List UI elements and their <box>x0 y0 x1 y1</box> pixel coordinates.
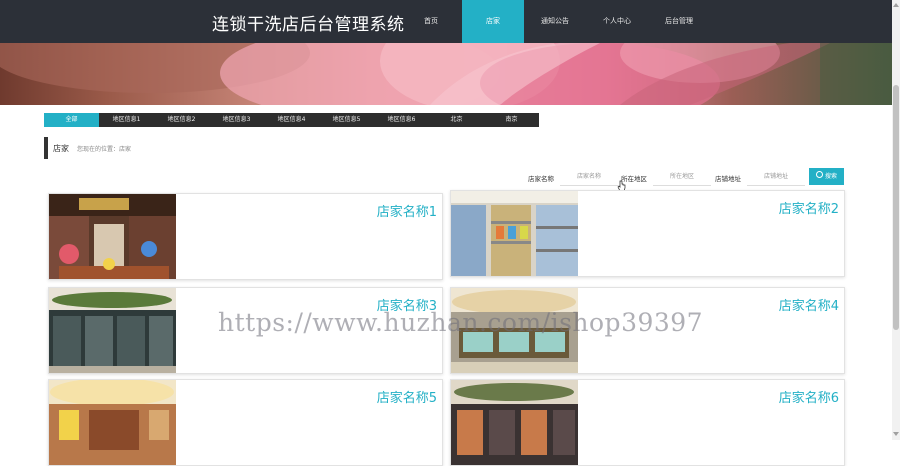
store-card[interactable]: 店家名称5 <box>48 379 443 466</box>
nav-notices[interactable]: 通知公告 <box>524 0 586 43</box>
tab-all[interactable]: 全部 <box>44 113 99 127</box>
store-name[interactable]: 店家名称5 <box>377 387 437 406</box>
store-card[interactable]: 店家名称1 <box>48 193 443 280</box>
shop-interior-photo <box>451 380 578 465</box>
search-button[interactable]: 搜索 <box>809 168 844 185</box>
breadcrumb: 您现在的位置：店家 <box>77 146 132 153</box>
tab-region-6[interactable]: 地区信息6 <box>374 113 429 127</box>
nav-admin[interactable]: 后台管理 <box>648 0 710 43</box>
region-input[interactable] <box>653 168 711 186</box>
scroll-thumb[interactable] <box>893 85 899 330</box>
tab-nanjing[interactable]: 南京 <box>484 113 539 127</box>
breadcrumb-marker <box>44 137 48 159</box>
store-card[interactable]: 店家名称2 <box>450 190 845 277</box>
scroll-up-icon[interactable] <box>893 2 899 8</box>
tab-region-5[interactable]: 地区信息5 <box>319 113 374 127</box>
top-header: 连锁干洗店后台管理系统 首页 店家 通知公告 个人中心 后台管理 <box>0 0 892 43</box>
watermark-text: https://www.huzhan.com/ishop39397 <box>218 308 704 337</box>
tab-region-1[interactable]: 地区信息1 <box>99 113 154 127</box>
search-icon <box>815 171 823 178</box>
page-title: 店家 <box>53 144 69 153</box>
store-name-label: 店家名称 <box>528 175 554 183</box>
lotus-banner <box>0 43 892 105</box>
tab-region-2[interactable]: 地区信息2 <box>154 113 209 127</box>
store-name[interactable]: 店家名称4 <box>779 295 839 314</box>
store-image[interactable] <box>451 380 578 465</box>
shop-interior-photo <box>49 380 176 465</box>
store-name-input[interactable] <box>560 168 618 186</box>
nav-personal-center[interactable]: 个人中心 <box>586 0 648 43</box>
tab-region-4[interactable]: 地区信息4 <box>264 113 319 127</box>
store-image[interactable] <box>451 191 578 276</box>
tab-beijing[interactable]: 北京 <box>429 113 484 127</box>
shop-interior-photo <box>49 288 176 373</box>
toy-store-photo <box>49 194 176 279</box>
region-category-tabs: 全部 地区信息1 地区信息2 地区信息3 地区信息4 地区信息5 地区信息6 北… <box>44 113 539 127</box>
page-scrollbar[interactable] <box>892 0 900 440</box>
tab-region-3[interactable]: 地区信息3 <box>209 113 264 127</box>
search-button-label: 搜索 <box>824 173 837 180</box>
store-name[interactable]: 店家名称6 <box>779 387 839 406</box>
address-input[interactable] <box>747 168 805 186</box>
nav-home[interactable]: 首页 <box>400 0 462 43</box>
lotus-petals-image <box>0 43 892 105</box>
site-title: 连锁干洗店后台管理系统 <box>212 15 405 35</box>
store-card[interactable]: 店家名称6 <box>450 379 845 466</box>
address-label: 店铺地址 <box>715 175 741 183</box>
store-image[interactable] <box>49 194 176 279</box>
store-image[interactable] <box>49 380 176 465</box>
store-name[interactable]: 店家名称1 <box>377 201 437 220</box>
store-name[interactable]: 店家名称2 <box>779 198 839 217</box>
store-image[interactable] <box>49 288 176 373</box>
scroll-down-icon[interactable] <box>893 431 899 437</box>
nav-stores[interactable]: 店家 <box>462 0 524 43</box>
main-nav: 首页 店家 通知公告 个人中心 后台管理 <box>400 0 710 43</box>
supermarket-shelves-photo <box>451 191 578 276</box>
